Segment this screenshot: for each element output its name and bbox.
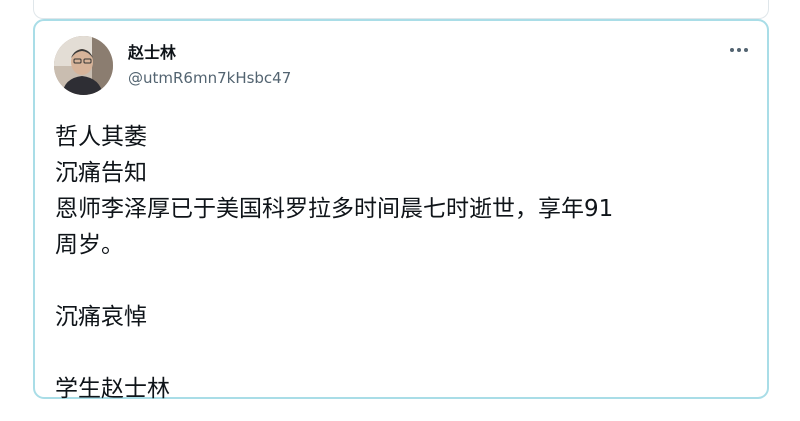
tweet-card[interactable]: 赵士林 @utmR6mn7kHsbc47 哲人其萎 沉痛告知 恩师李泽厚已于美国…: [33, 19, 769, 402]
page: 赵士林 @utmR6mn7kHsbc47 哲人其萎 沉痛告知 恩师李泽厚已于美国…: [0, 0, 800, 421]
author-name[interactable]: 赵士林: [128, 43, 176, 63]
more-options-button[interactable]: [726, 41, 752, 59]
tweet-text: 哲人其萎 沉痛告知 恩师李泽厚已于美国科罗拉多时间晨七时逝世，享年91 周岁。 …: [55, 119, 755, 407]
previous-card-edge: [33, 0, 769, 19]
tweet-line: 沉痛告知: [55, 160, 147, 186]
tweet-line: 哲人其萎: [55, 124, 147, 150]
more-horizontal-icon-dot: [737, 48, 741, 52]
more-horizontal-icon-dot: [744, 48, 748, 52]
tweet-line: 周岁。: [55, 232, 124, 258]
more-horizontal-icon: [730, 48, 734, 52]
avatar-portrait-image: [54, 36, 113, 95]
tweet-line: 恩师李泽厚已于美国科罗拉多时间晨七时逝世，享年91: [55, 196, 614, 222]
avatar[interactable]: [54, 36, 113, 95]
tweet-line: 学生赵士林: [55, 376, 170, 402]
tweet-line: 沉痛哀悼: [55, 304, 147, 330]
author-handle[interactable]: @utmR6mn7kHsbc47: [128, 68, 291, 88]
